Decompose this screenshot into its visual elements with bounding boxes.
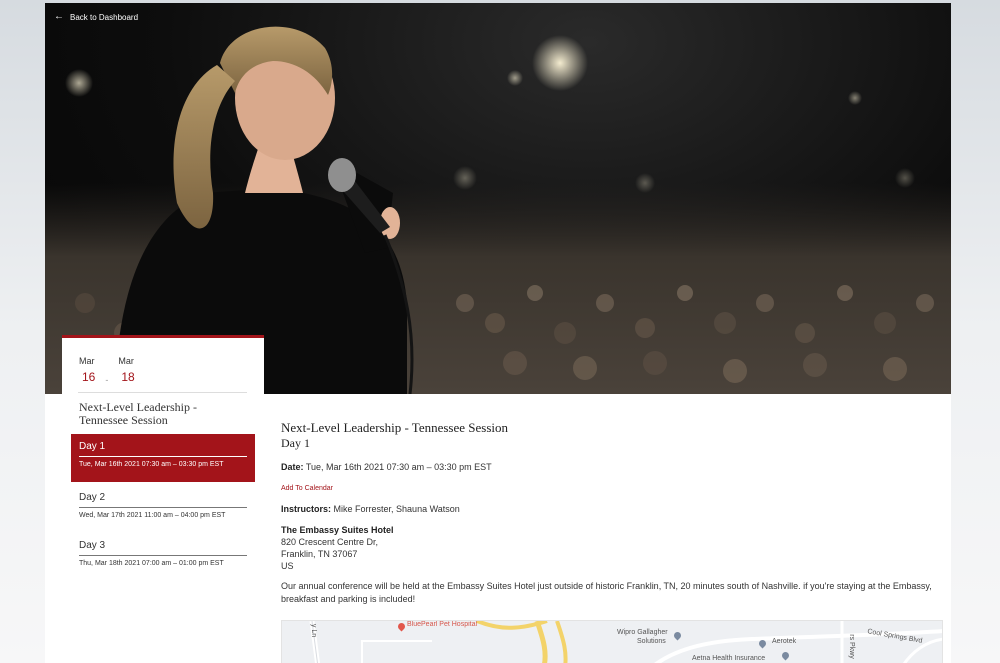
session-date: Date: Tue, Mar 16th 2021 07:30 am – 03:3… [281, 462, 492, 472]
back-to-dashboard-link[interactable]: ← Back to Dashboard [54, 12, 138, 22]
map-label-aetna: Aetna Health Insurance [692, 655, 766, 662]
session-day: Day 1 [281, 436, 310, 450]
end-date: Mar 18 [118, 356, 134, 384]
map-label-wipro: Wipro Gallagher [617, 629, 668, 636]
instructors-value: Mike Forrester, Shauna Watson [333, 504, 460, 514]
date-separator: - [105, 375, 109, 385]
back-label: Back to Dashboard [70, 12, 139, 22]
divider [78, 392, 247, 393]
day-divider [79, 456, 247, 457]
instructors: Instructors: Mike Forrester, Shauna Wats… [281, 504, 460, 514]
location-map[interactable]: BluePearl Pet Hospital Wipro Gallagher S… [281, 620, 943, 663]
start-date: Mar 16 [79, 356, 95, 384]
date-range-card: Mar 16 - Mar 18 [62, 335, 264, 395]
date-value: Tue, Mar 16th 2021 07:30 am – 03:30 pm E… [305, 462, 492, 472]
map-label-bluepearl: BluePearl Pet Hospital [407, 621, 478, 628]
map-label-wipro-2: Solutions [637, 638, 666, 645]
map-label-y-ln: y Ln [310, 623, 318, 638]
arrow-left-icon: ← [54, 11, 64, 22]
sidebar-item-day-1[interactable]: Day 1 Tue, Mar 16th 2021 07:30 am – 03:3… [71, 434, 255, 482]
day-time: Tue, Mar 16th 2021 07:30 am – 03:30 pm E… [79, 461, 224, 468]
day-divider [79, 507, 247, 508]
sidebar-item-day-3[interactable]: Day 3 Thu, Mar 18th 2021 07:00 am – 01:0… [71, 538, 255, 567]
day-time: Wed, Mar 17th 2021 11:00 am – 04:00 pm E… [79, 512, 226, 519]
sidebar-item-day-2[interactable]: Day 2 Wed, Mar 17th 2021 11:00 am – 04:0… [71, 490, 255, 519]
instructors-label: Instructors: [281, 504, 332, 514]
map-label-rs-pkwy: rs Pkwy [847, 634, 855, 659]
session-title: Next-Level Leadership - Tennessee Sessio… [281, 420, 508, 435]
day-label: Day 1 [79, 441, 106, 452]
session-description: Our annual conference will be held at th… [281, 581, 932, 604]
map-roads [309, 621, 942, 663]
end-month: Mar [118, 356, 134, 366]
day-divider [79, 555, 247, 556]
start-day: 16 [82, 370, 96, 384]
add-to-calendar-link[interactable]: Add To Calendar [281, 485, 333, 492]
start-month: Mar [79, 356, 95, 366]
venue-name: The Embassy Suites Hotel [281, 525, 394, 535]
end-day: 18 [121, 370, 135, 384]
date-label: Date: [281, 462, 304, 472]
address-line: 820 Crescent Centre Dr, [281, 537, 379, 547]
map-label-aerotek: Aerotek [772, 638, 797, 645]
day-label: Day 3 [79, 540, 106, 551]
venue-address: The Embassy Suites Hotel 820 Crescent Ce… [281, 524, 394, 572]
sidebar-event-title: Next-Level Leadership - Tennessee Sessio… [79, 400, 197, 428]
address-line: US [281, 561, 294, 571]
event-page: ← Back to Dashboard Mar 16 - Mar 18 Next… [45, 3, 951, 663]
address-line: Franklin, TN 37067 [281, 549, 358, 559]
day-label: Day 2 [79, 492, 106, 503]
day-time: Thu, Mar 18th 2021 07:00 am – 01:00 pm E… [79, 560, 224, 567]
